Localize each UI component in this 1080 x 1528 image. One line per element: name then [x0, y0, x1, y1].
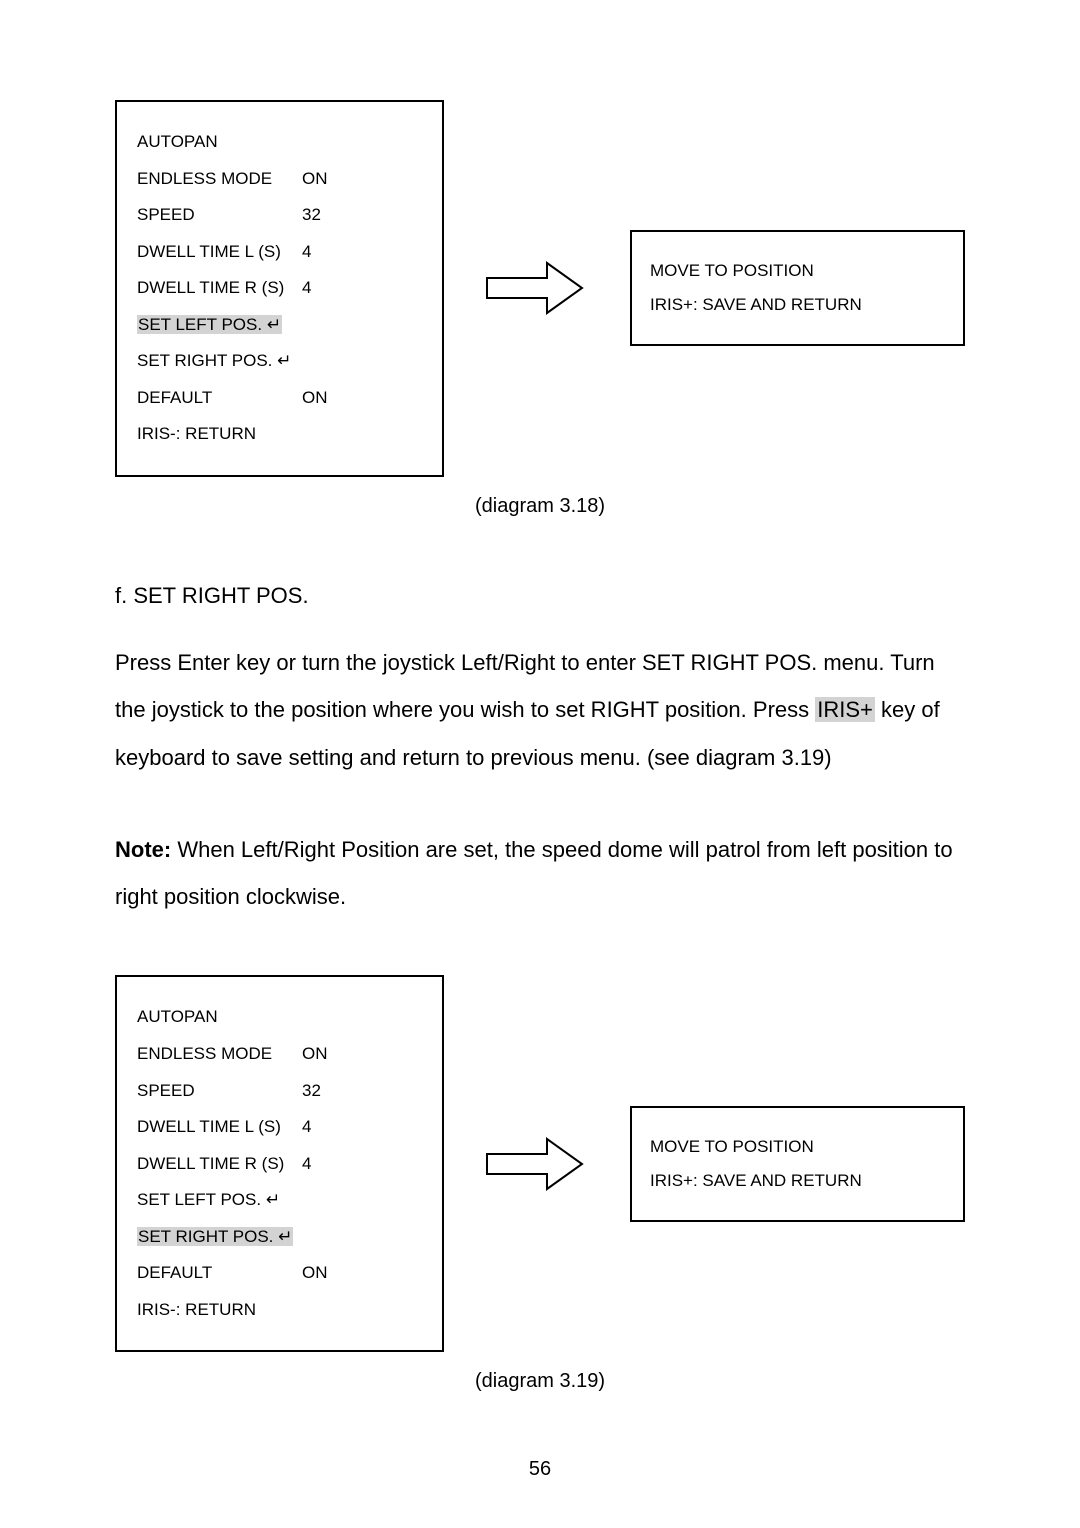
- enter-icon: ↵: [266, 1190, 280, 1209]
- section-heading: f. SET RIGHT POS.: [115, 583, 965, 609]
- menu-label: SPEED: [137, 197, 302, 234]
- menu-label: DWELL TIME L (S): [137, 234, 302, 271]
- menu-label: SPEED: [137, 1073, 302, 1110]
- menu-label: DEFAULT: [137, 380, 302, 417]
- info-line: IRIS+: SAVE AND RETURN: [650, 288, 945, 322]
- menu-value: ON: [302, 161, 328, 198]
- menu-title: AUTOPAN: [137, 124, 302, 161]
- diagram-caption: (diagram 3.19): [115, 1370, 965, 1393]
- menu-value: ON: [302, 380, 328, 417]
- enter-icon: ↵: [277, 351, 291, 370]
- info-line: MOVE TO POSITION: [650, 254, 945, 288]
- menu-box-2: AUTOPAN ENDLESS MODE ON SPEED 32 DWELL T…: [115, 975, 444, 1352]
- menu-value: 4: [302, 270, 311, 307]
- arrow-right-icon: [482, 1129, 592, 1199]
- diagram-row-1: AUTOPAN ENDLESS MODE ON SPEED 32 DWELL T…: [115, 100, 965, 477]
- menu-title: AUTOPAN: [137, 999, 302, 1036]
- menu-set-left: SET LEFT POS. ↵: [137, 1182, 302, 1219]
- note-paragraph: Note: When Left/Right Position are set, …: [115, 826, 965, 921]
- menu-set-right-highlighted: SET RIGHT POS. ↵: [137, 1219, 302, 1256]
- info-wrapper: MOVE TO POSITION IRIS+: SAVE AND RETURN: [630, 989, 965, 1339]
- arrow-right-icon: [482, 253, 592, 323]
- diagram-row-2: AUTOPAN ENDLESS MODE ON SPEED 32 DWELL T…: [115, 975, 965, 1352]
- menu-box-1: AUTOPAN ENDLESS MODE ON SPEED 32 DWELL T…: [115, 100, 444, 477]
- menu-label: DEFAULT: [137, 1255, 302, 1292]
- menu-value: 4: [302, 234, 311, 271]
- info-line: MOVE TO POSITION: [650, 1130, 945, 1164]
- info-box-1: MOVE TO POSITION IRIS+: SAVE AND RETURN: [630, 230, 965, 346]
- note-label: Note:: [115, 837, 171, 862]
- menu-return: IRIS-: RETURN: [137, 416, 302, 453]
- enter-icon: ↵: [278, 1227, 292, 1246]
- page-number: 56: [115, 1458, 965, 1481]
- menu-value: 32: [302, 1073, 321, 1110]
- menu-label: ENDLESS MODE: [137, 161, 302, 198]
- info-line: IRIS+: SAVE AND RETURN: [650, 1164, 945, 1198]
- menu-value: 32: [302, 197, 321, 234]
- menu-label: DWELL TIME R (S): [137, 270, 302, 307]
- diagram-caption: (diagram 3.18): [115, 495, 965, 518]
- menu-return: IRIS-: RETURN: [137, 1292, 302, 1329]
- info-box-2: MOVE TO POSITION IRIS+: SAVE AND RETURN: [630, 1106, 965, 1222]
- menu-value: 4: [302, 1109, 311, 1146]
- menu-value: 4: [302, 1146, 311, 1183]
- enter-icon: ↵: [267, 315, 281, 334]
- info-wrapper: MOVE TO POSITION IRIS+: SAVE AND RETURN: [630, 113, 965, 463]
- menu-label: ENDLESS MODE: [137, 1036, 302, 1073]
- iris-plus-highlight: IRIS+: [815, 697, 875, 722]
- menu-label: DWELL TIME R (S): [137, 1146, 302, 1183]
- menu-value: ON: [302, 1255, 328, 1292]
- menu-value: ON: [302, 1036, 328, 1073]
- menu-set-left-highlighted: SET LEFT POS. ↵: [137, 307, 302, 344]
- arrow-cell: [479, 1129, 595, 1199]
- arrow-cell: [479, 253, 595, 323]
- menu-label: DWELL TIME L (S): [137, 1109, 302, 1146]
- menu-set-right: SET RIGHT POS. ↵: [137, 343, 302, 380]
- body-paragraph: Press Enter key or turn the joystick Lef…: [115, 639, 965, 781]
